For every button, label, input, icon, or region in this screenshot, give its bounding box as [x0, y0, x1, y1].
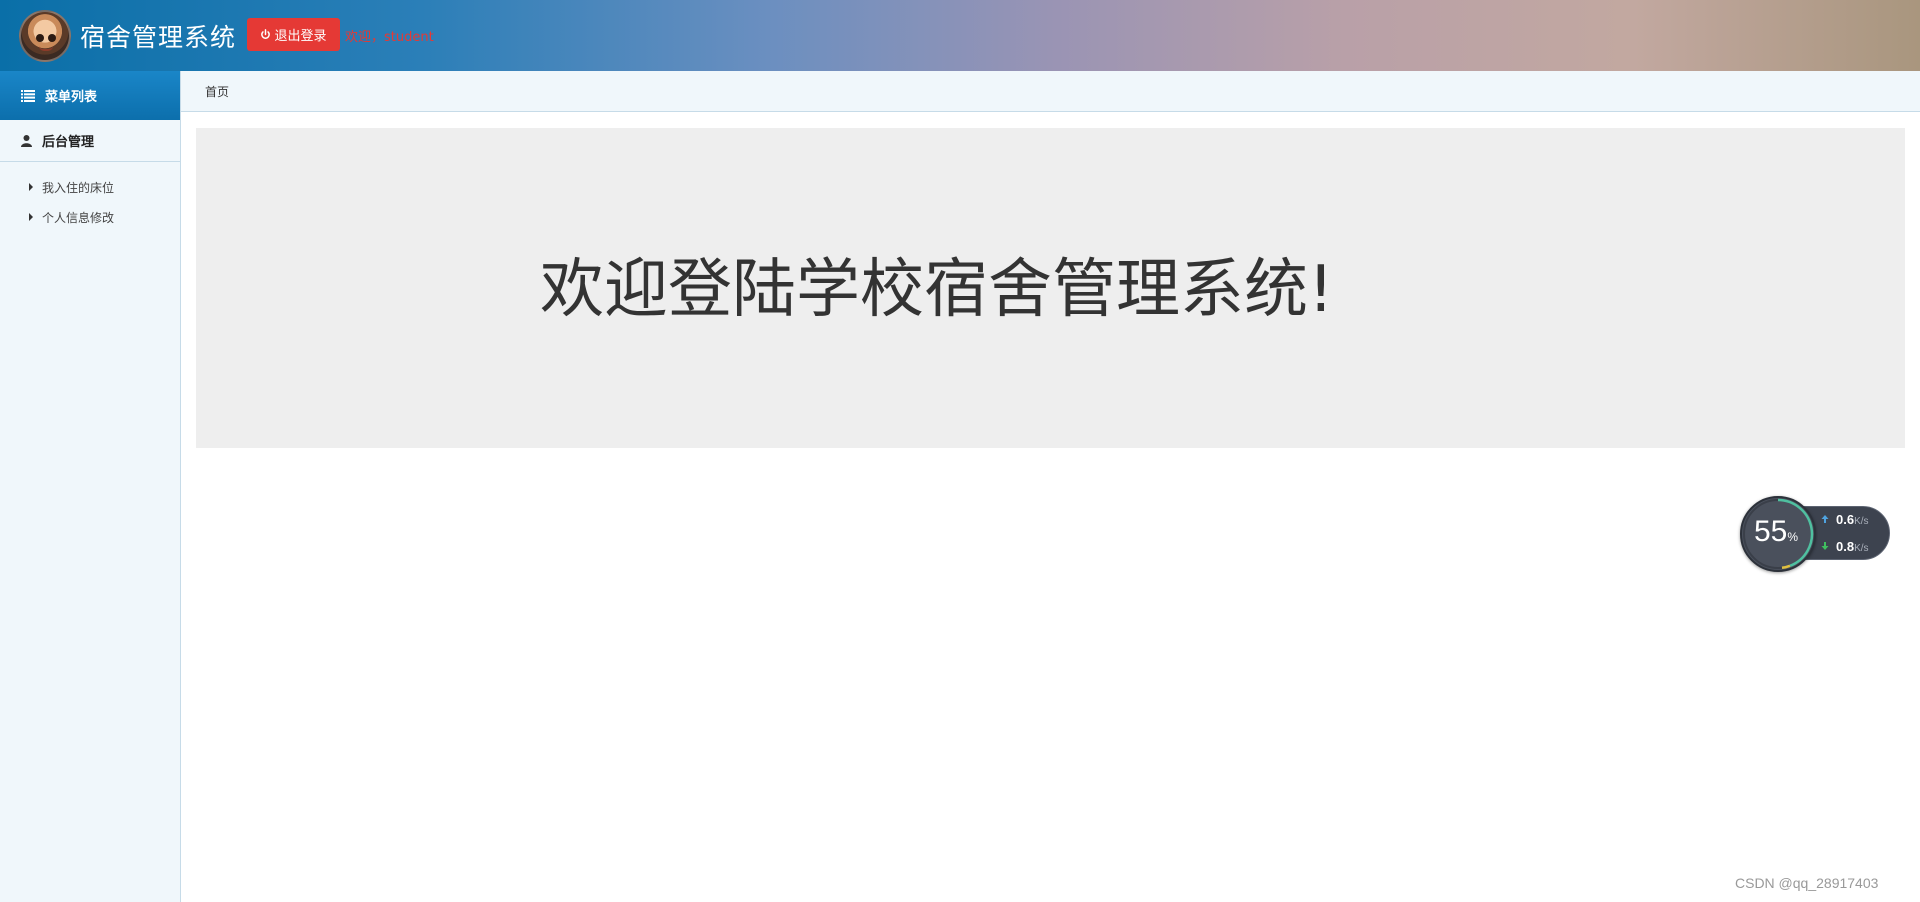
- breadcrumb: 首页: [181, 71, 1920, 112]
- submenu: 我入住的床位 个人信息修改: [0, 162, 180, 232]
- welcome-panel: 欢迎登陆学校宿舍管理系统!: [196, 128, 1905, 448]
- logout-label: 退出登录: [274, 29, 327, 44]
- logout-button[interactable]: 退出登录: [247, 18, 340, 51]
- menu-group-admin[interactable]: 后台管理: [0, 120, 180, 162]
- usage-percent: 55%: [1754, 515, 1798, 549]
- sidebar-item-my-bed[interactable]: 我入住的床位: [0, 172, 180, 202]
- menu-title: 菜单列表: [45, 90, 98, 105]
- caret-right-icon: [29, 183, 33, 191]
- list-icon: [21, 89, 35, 102]
- menu-header: 菜单列表: [0, 71, 180, 120]
- upload-speed: 0.6K/s: [1818, 512, 1869, 527]
- download-speed: 0.8K/s: [1818, 539, 1869, 554]
- welcome-text: 欢迎，student: [345, 30, 434, 45]
- caret-right-icon: [29, 213, 33, 221]
- download-value: 0.8: [1836, 539, 1855, 554]
- menu-group-label: 后台管理: [42, 135, 95, 150]
- upload-value: 0.6: [1836, 512, 1855, 527]
- watermark: CSDN @qq_28917403: [1735, 875, 1879, 891]
- top-header: 宿舍管理系统 退出登录 欢迎，student: [0, 0, 1920, 71]
- power-icon: [261, 29, 271, 39]
- sidebar-item-profile-edit[interactable]: 个人信息修改: [0, 202, 180, 232]
- logo-avatar: [19, 10, 71, 62]
- usage-percent-unit: %: [1787, 530, 1799, 544]
- sidebar: 菜单列表 后台管理 我入住的床位 个人信息修改: [0, 71, 181, 902]
- sidebar-item-label: 个人信息修改: [42, 210, 115, 225]
- network-speed-widget[interactable]: 0.6K/s 0.8K/s 55%: [1740, 496, 1890, 572]
- sidebar-item-label: 我入住的床位: [42, 180, 115, 195]
- app-title: 宿舍管理系统: [80, 23, 237, 52]
- welcome-heading: 欢迎登陆学校宿舍管理系统!: [540, 253, 1334, 327]
- usage-percent-value: 55: [1754, 515, 1788, 548]
- user-icon: [21, 134, 32, 147]
- breadcrumb-home[interactable]: 首页: [205, 83, 229, 100]
- download-unit: K/s: [1854, 543, 1869, 554]
- upload-unit: K/s: [1854, 516, 1869, 527]
